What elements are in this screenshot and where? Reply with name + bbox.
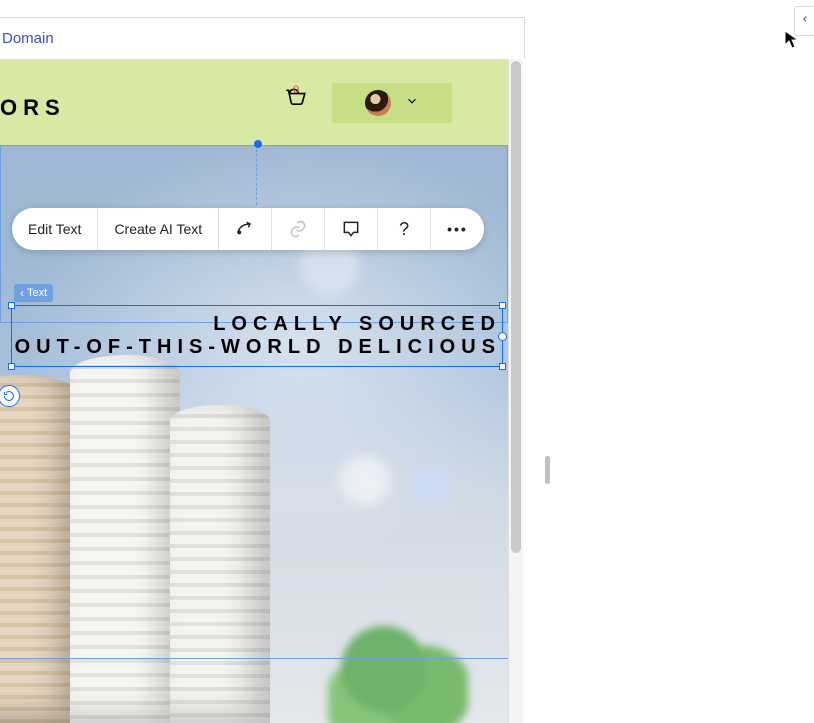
help-button[interactable]: ? [378,208,430,250]
comment-button[interactable] [325,208,377,250]
canvas-vertical-scrollbar[interactable] [508,59,523,723]
text-selection-box [11,305,503,367]
page-scrollbar-thumb[interactable] [545,456,550,484]
more-icon: ••• [447,221,468,237]
editor-canvas[interactable]: ORS 0 [0,59,524,723]
profile-menu-button[interactable] [332,83,452,123]
top-bar: Domain [0,17,525,59]
resize-handle-mr[interactable] [498,332,507,341]
chevron-down-icon [405,94,419,113]
chevron-left-icon [800,12,810,30]
element-type-label-text: Text [27,287,47,299]
more-actions-button[interactable]: ••• [431,208,484,250]
element-type-label[interactable]: Text [14,284,53,302]
resize-handle-tl[interactable] [8,302,15,309]
text-floating-toolbar: Edit Text Create AI Text [12,208,484,250]
create-ai-text-button[interactable]: Create AI Text [98,208,218,250]
resize-handle-br[interactable] [499,363,506,370]
domain-link[interactable]: Domain [2,30,54,47]
canvas-scrollbar-thumb[interactable] [511,61,521,553]
link-button[interactable] [272,208,324,250]
site-header: ORS 0 [0,59,508,145]
lower-section-outline [0,658,508,723]
animation-button[interactable] [219,208,271,250]
avatar [365,90,391,116]
alignment-guide [256,149,257,205]
cart-count: 0 [293,84,299,96]
resize-handle-tr[interactable] [499,302,506,309]
help-icon: ? [394,219,414,239]
right-panel-toggle[interactable] [794,6,814,36]
edit-text-button[interactable]: Edit Text [12,208,97,250]
brand-text-fragment: ORS [0,95,66,121]
link-icon [288,219,308,239]
comment-icon [341,219,361,239]
resize-handle-bl[interactable] [8,363,15,370]
section-resize-handle-top[interactable] [254,140,262,148]
animation-icon [235,219,255,239]
